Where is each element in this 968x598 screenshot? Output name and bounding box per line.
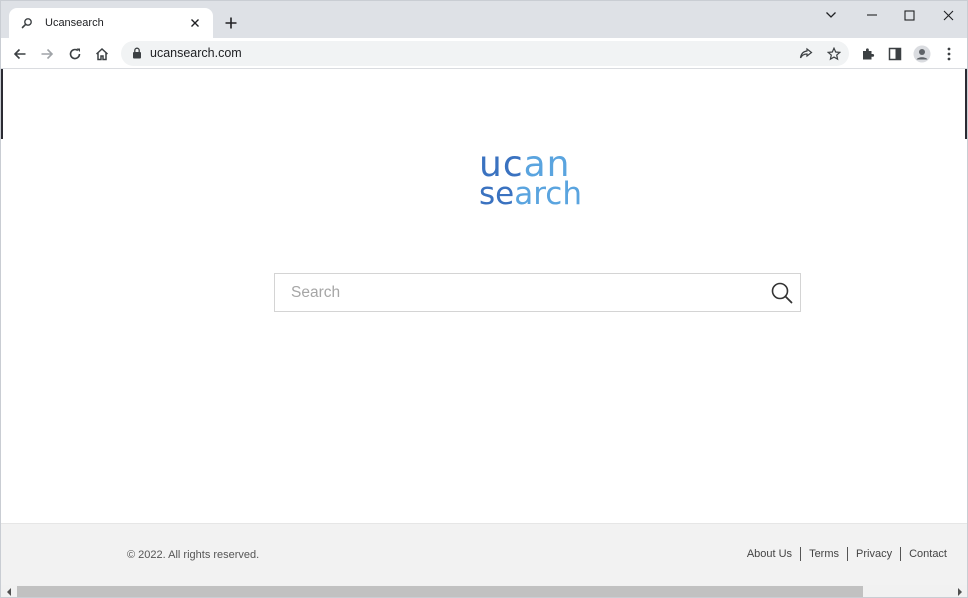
- search-box: [274, 273, 801, 312]
- logo-text-arch: arch: [514, 176, 582, 213]
- scroll-right-icon[interactable]: [954, 586, 965, 597]
- side-panel-icon[interactable]: [883, 42, 907, 66]
- share-icon[interactable]: [795, 43, 817, 65]
- reload-icon[interactable]: [63, 42, 87, 66]
- browser-window: Ucansearch ucansearch.com ucan search Se…: [0, 0, 968, 598]
- logo-line-2: search: [479, 179, 599, 210]
- arrow-right-icon[interactable]: [35, 42, 59, 66]
- kebab-menu-icon[interactable]: [937, 42, 961, 66]
- footer-link-terms[interactable]: Terms: [801, 548, 847, 560]
- page-content: ucan search: [1, 69, 967, 523]
- star-icon[interactable]: [823, 43, 845, 65]
- footer-link-privacy[interactable]: Privacy: [848, 548, 900, 560]
- footer-links: About Us Terms Privacy Contact: [739, 547, 947, 561]
- footer-link-about-us[interactable]: About Us: [739, 548, 800, 560]
- magnifier-icon[interactable]: [768, 279, 796, 307]
- maximize-icon[interactable]: [894, 5, 924, 25]
- puzzle-icon[interactable]: [856, 42, 880, 66]
- tab-title: Ucansearch: [45, 17, 104, 29]
- chevron-down-icon[interactable]: [816, 5, 846, 25]
- ucansearch-logo[interactable]: ucan search: [479, 147, 599, 210]
- tab-ucansearch[interactable]: Ucansearch: [9, 8, 213, 38]
- left-edge-divider: [1, 69, 3, 139]
- search-input[interactable]: [291, 283, 741, 303]
- scrollbar-thumb[interactable]: [17, 586, 863, 597]
- page-footer: © 2022. All rights reserved. About Us Te…: [1, 523, 967, 585]
- right-edge-divider: [965, 69, 967, 139]
- url-input[interactable]: [150, 46, 750, 60]
- logo-text-se: se: [479, 176, 515, 213]
- arrow-left-icon[interactable]: [8, 42, 32, 66]
- lock-icon[interactable]: [130, 46, 144, 60]
- horizontal-scrollbar[interactable]: [1, 585, 967, 597]
- profile-icon[interactable]: [910, 42, 934, 66]
- address-bar[interactable]: [121, 41, 849, 66]
- footer-link-contact[interactable]: Contact: [901, 548, 947, 560]
- close-icon[interactable]: [187, 15, 203, 31]
- scroll-left-icon[interactable]: [3, 586, 14, 597]
- copyright-text: © 2022. All rights reserved.: [127, 549, 260, 561]
- home-icon[interactable]: [90, 42, 114, 66]
- plus-icon[interactable]: [221, 13, 241, 33]
- window-close-icon[interactable]: [933, 5, 963, 25]
- tab-strip: Ucansearch: [1, 1, 967, 38]
- minimize-icon[interactable]: [857, 5, 887, 25]
- search-icon: [19, 15, 35, 31]
- browser-toolbar: [1, 38, 967, 69]
